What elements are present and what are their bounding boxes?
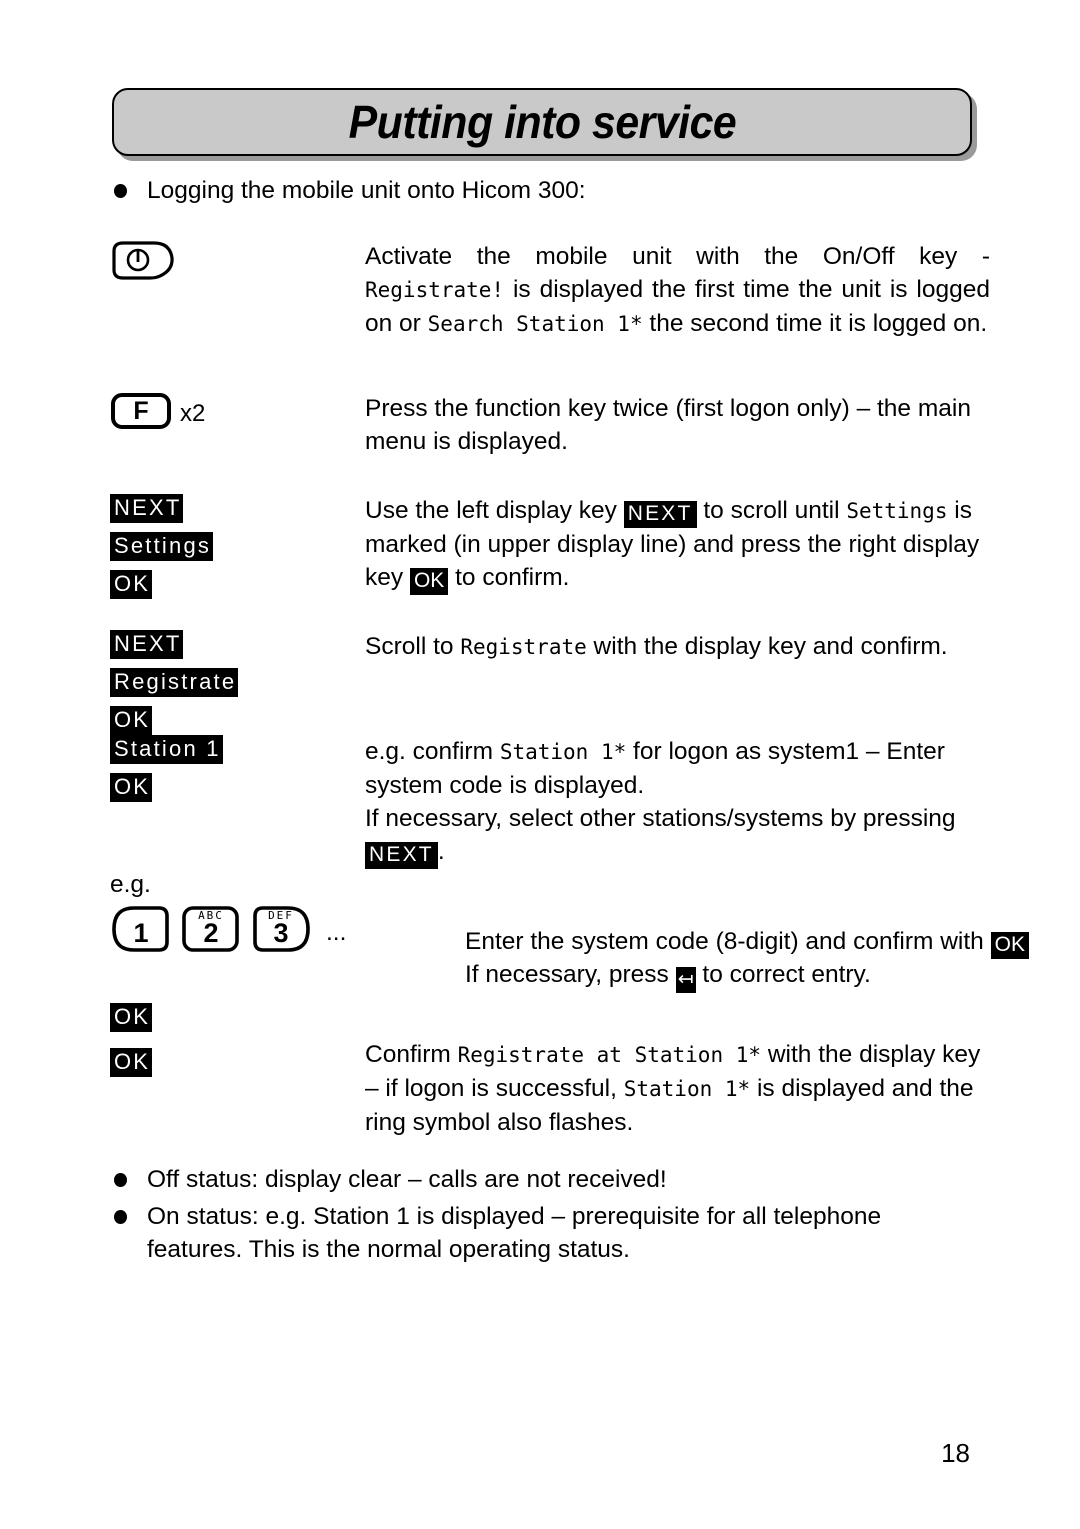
step-system-code-line-2: If necessary, press ↤ to correct entry. — [465, 958, 1080, 993]
step-function-key-description: Press the function key twice (first logo… — [365, 395, 971, 455]
text-settings-p1: Use the left display key — [365, 497, 624, 524]
display-key-ok[interactable]: OK — [110, 706, 153, 735]
lcd-registrate-excl: Registrate! — [365, 278, 505, 302]
display-key-next[interactable]: NEXT — [110, 630, 184, 659]
key-3-digit: 3 — [273, 918, 289, 948]
bullet-dot-icon — [114, 1210, 127, 1224]
closing-bullet-off-status: Off status: display clear – calls are no… — [147, 1166, 667, 1193]
banner-box: Putting into service — [112, 88, 972, 156]
eg-label: e.g. — [110, 871, 151, 898]
step-station-description: e.g. confirm Station 1* for logon as sys… — [365, 735, 990, 869]
key-2[interactable]: ABC 2 — [180, 905, 242, 953]
lcd-settings: Settings — [846, 499, 948, 523]
step-settings-description: Use the left display key NEXT to scroll … — [365, 494, 990, 595]
text-station-alt-p2: . — [437, 838, 445, 865]
key-1[interactable]: 1 — [110, 905, 172, 953]
numeric-keypad: 1 ABC 2 DEF 3 ... — [110, 905, 440, 953]
power-on-off-key-icon[interactable] — [110, 240, 178, 282]
step-confirm-chip-column: OK OK — [110, 1003, 360, 1086]
key-3[interactable]: DEF 3 — [250, 905, 312, 953]
text-registrate-p1: Scroll to — [365, 633, 461, 660]
inline-display-key-ok[interactable]: OK — [990, 932, 1029, 959]
display-key-ok[interactable]: OK — [110, 1003, 153, 1032]
step-station-line-1: e.g. confirm Station 1* for logon as sys… — [365, 735, 990, 802]
text-activate-suffix: the second time it is logged on. — [642, 310, 988, 337]
step-station-line-2: If necessary, select other stations/syst… — [365, 802, 990, 869]
bullet-dot-icon — [114, 1173, 127, 1187]
intro-bullet-row: Logging the mobile unit onto Hicom 300: — [114, 174, 974, 207]
step-keypad-column: e.g. 1 ABC 2 DEF 3 ... — [110, 871, 440, 953]
lcd-registrate: Registrate — [460, 635, 587, 659]
text-activate-prefix: Activate the mobile unit with the On/Off… — [365, 243, 990, 270]
bullet-dot-icon — [114, 184, 127, 198]
step-system-code-description: Enter the system code (8-digit) and conf… — [465, 925, 1080, 993]
text-registrate-p2: with the display key and confirm. — [586, 633, 948, 660]
step-function-key-column: F x2 — [110, 392, 360, 430]
step-confirm-description: Confirm Registrate at Station 1* with th… — [365, 1038, 990, 1139]
step-station-chip-column: Station 1 OK — [110, 735, 360, 811]
closing-bullet-on-status: On status: e.g. Station 1 is displayed –… — [147, 1203, 882, 1263]
display-key-ok[interactable]: OK — [110, 773, 153, 802]
step-onoff-description: Activate the mobile unit with the On/Off… — [365, 240, 990, 341]
inline-display-key-next[interactable]: NEXT — [365, 842, 438, 869]
closing-bullet-row-on: On status: e.g. Station 1 is displayed –… — [114, 1200, 974, 1266]
text-syscode-p3: to correct entry. — [695, 961, 871, 988]
display-key-ok[interactable]: OK — [110, 570, 153, 599]
text-syscode-p1: Enter the system code (8-digit) and conf… — [465, 928, 991, 955]
page-number: 18 — [941, 1438, 970, 1468]
lcd-registrate-at-station: Registrate at Station 1* — [457, 1043, 762, 1067]
text-syscode-p2: If necessary, press — [465, 961, 676, 988]
key-2-digit: 2 — [203, 918, 219, 948]
lcd-station-1: Station 1* — [499, 740, 627, 764]
display-key-ok[interactable]: OK — [110, 1048, 153, 1077]
lcd-station-1-confirm: Station 1* — [623, 1077, 751, 1101]
step-onoff-key-column — [110, 240, 360, 282]
closing-bullet-row-off: Off status: display clear – calls are no… — [114, 1163, 974, 1196]
function-key-icon[interactable]: F — [110, 392, 172, 430]
key-1-digit: 1 — [133, 918, 149, 948]
display-item-registrate[interactable]: Registrate — [110, 668, 239, 697]
backspace-icon[interactable]: ↤ — [675, 967, 696, 993]
step-registrate-description: Scroll to Registrate with the display ke… — [365, 630, 990, 664]
inline-display-key-next[interactable]: NEXT — [623, 501, 697, 528]
display-item-station-1[interactable]: Station 1 — [110, 735, 223, 764]
intro-bullet-text: Logging the mobile unit onto Hicom 300: — [147, 177, 586, 204]
keypad-ellipsis: ... — [326, 919, 347, 946]
page-title: Putting into service — [348, 96, 736, 148]
display-item-settings[interactable]: Settings — [110, 532, 214, 561]
step-settings-chip-column: NEXT Settings OK — [110, 494, 360, 608]
page-header-banner: Putting into service — [112, 88, 977, 161]
text-settings-p4: to confirm. — [448, 564, 570, 591]
text-station-alt-p1: If necessary, select other stations/syst… — [365, 805, 956, 832]
display-key-next[interactable]: NEXT — [110, 494, 184, 523]
function-key-label: F — [133, 396, 149, 425]
text-confirm-p1: Confirm — [365, 1041, 458, 1068]
text-station-p1: e.g. confirm — [365, 738, 500, 765]
text-settings-p2: to scroll until — [696, 497, 847, 524]
function-key-repeat-label: x2 — [180, 400, 206, 427]
inline-display-key-ok[interactable]: OK — [409, 568, 449, 595]
step-system-code-line-1: Enter the system code (8-digit) and conf… — [465, 925, 1080, 959]
step-registrate-chip-column: NEXT Registrate OK — [110, 630, 360, 744]
lcd-search-station: Search Station 1* — [427, 312, 643, 336]
